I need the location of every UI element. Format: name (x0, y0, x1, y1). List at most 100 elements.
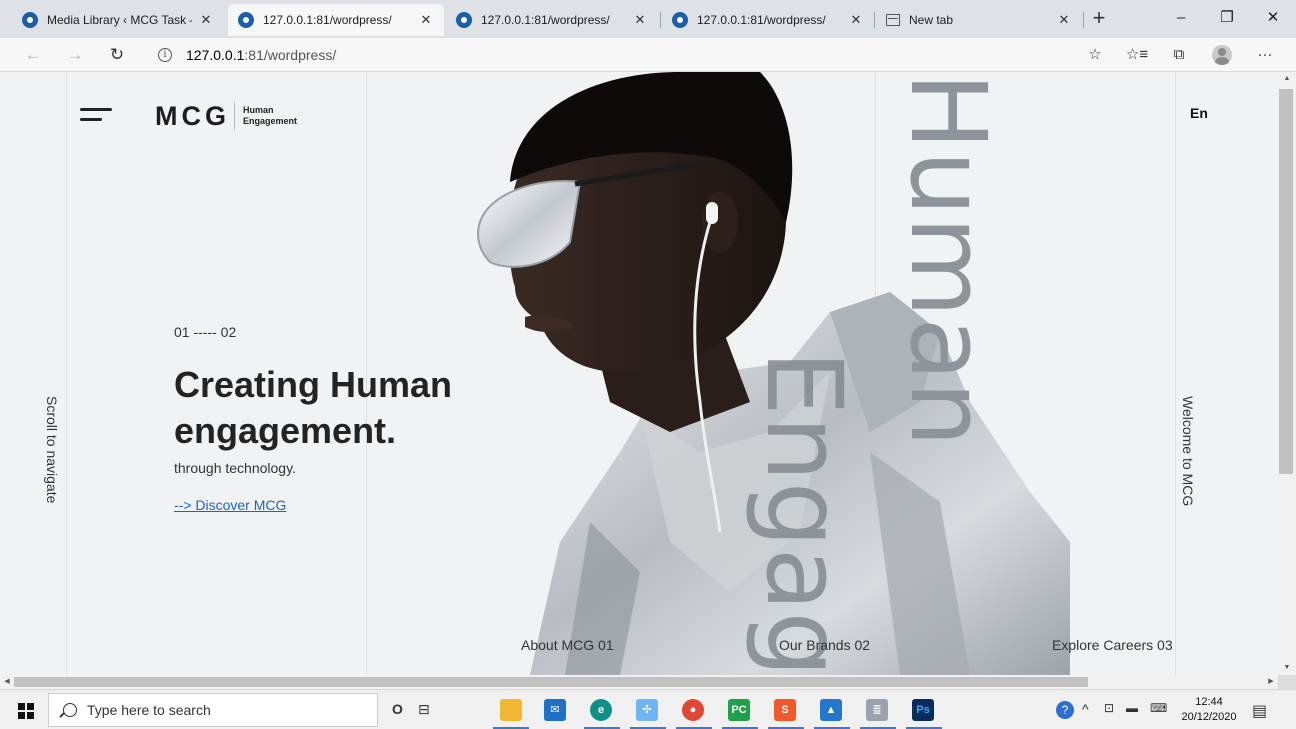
tab-title: 127.0.0.1:81/wordpress/ (697, 13, 826, 27)
more-menu-icon[interactable]: ··· (1252, 42, 1278, 68)
photos-icon[interactable]: ▲ (820, 699, 842, 721)
battery-icon[interactable]: ▬ (1126, 701, 1138, 715)
tab-bar: Media Library ‹ MCG Task — W ✕ 127.0.0.1… (0, 0, 1296, 38)
file-explorer-icon[interactable] (500, 699, 522, 721)
welcome-text: Welcome to MCG (1180, 396, 1198, 546)
logo-tagline-line1: Human (243, 105, 274, 115)
collections-icon[interactable]: ⧉ (1166, 42, 1192, 68)
tab-title: New tab (909, 13, 954, 27)
tab-separator (1083, 12, 1084, 28)
horizontal-scrollbar[interactable]: ◀ ▶ (0, 675, 1278, 689)
headline-line1: Creating Human (174, 364, 453, 405)
tab-new-tab[interactable]: New tab ✕ (876, 4, 1082, 36)
browser-toolbar: ← → ↻ i 127.0.0.1:81/wordpress/ ☆ ☆≡ ⧉ ·… (0, 38, 1296, 72)
scroll-hint-text: Scroll to navigate (44, 396, 60, 504)
task-view-icon[interactable]: ⊟ (418, 701, 430, 718)
nav-explore-careers[interactable]: Explore Careers 03 (1052, 637, 1173, 653)
language-switch[interactable]: En (1190, 105, 1208, 121)
tab-wordpress-active[interactable]: 127.0.0.1:81/wordpress/ ✕ (228, 4, 444, 36)
grid-line (66, 72, 67, 675)
tab-separator (874, 12, 875, 28)
favorites-list-icon[interactable]: ☆≡ (1124, 42, 1150, 68)
scrollbar-corner (1278, 675, 1296, 689)
headline-line2: engagement. (174, 410, 397, 451)
tab-media-library[interactable]: Media Library ‹ MCG Task — W ✕ (12, 4, 224, 36)
url-host: 127.0.0.1 (186, 47, 245, 63)
tab-wordpress-3[interactable]: 127.0.0.1:81/wordpress/ ✕ (662, 4, 874, 36)
logo-divider (234, 102, 235, 130)
cortana-icon[interactable]: O (392, 701, 403, 717)
wordpress-favicon-icon (672, 12, 688, 28)
tab-close-icon[interactable]: ✕ (1056, 12, 1072, 28)
search-icon (63, 703, 77, 717)
refresh-button[interactable]: ↻ (104, 42, 130, 68)
logo-tagline-line2: Engagement (243, 116, 298, 126)
tab-close-icon[interactable]: ✕ (198, 12, 214, 28)
close-window-button[interactable]: ✕ (1250, 0, 1296, 36)
big-word-human: Human (887, 72, 1009, 448)
windows-start-icon[interactable] (18, 703, 34, 719)
big-word-engage: Engage (743, 350, 865, 675)
wordpress-favicon-icon (22, 12, 38, 28)
logo-mark: MCG (155, 100, 230, 131)
nav-about-mcg[interactable]: About MCG 01 (521, 637, 614, 653)
new-tab-page-icon (886, 14, 900, 26)
taskbar-clock[interactable]: 12:44 20/12/2020 (1180, 695, 1238, 725)
tab-close-icon[interactable]: ✕ (848, 12, 864, 28)
hamburger-menu-icon[interactable] (80, 108, 112, 124)
scroll-right-arrow-icon[interactable]: ▶ (1264, 675, 1278, 689)
notepad-icon[interactable]: ≣ (866, 699, 888, 721)
discover-mcg-link[interactable]: --> Discover MCG (174, 497, 286, 513)
hero-headline: Creating Human engagement. (174, 362, 452, 454)
minimize-button[interactable]: – (1158, 0, 1204, 36)
search-placeholder: Type here to search (87, 702, 211, 718)
chrome-icon[interactable]: ● (682, 699, 704, 721)
tab-close-icon[interactable]: ✕ (632, 12, 648, 28)
tab-title: Media Library ‹ MCG Task — W (47, 13, 192, 27)
grid-line (1175, 72, 1176, 675)
logo-tagline: Human Engagement (243, 105, 297, 127)
welcome-text-label: Welcome to MCG (1180, 396, 1196, 507)
vertical-scrollbar[interactable]: ▲ ▼ (1278, 72, 1296, 675)
tab-title: 127.0.0.1:81/wordpress/ (263, 13, 392, 27)
new-tab-button[interactable]: + (1087, 6, 1111, 32)
clock-time: 12:44 (1195, 696, 1223, 708)
keyboard-icon[interactable]: ⌨ (1150, 701, 1167, 715)
scroll-up-arrow-icon[interactable]: ▲ (1278, 72, 1296, 86)
tab-close-icon[interactable]: ✕ (418, 12, 434, 28)
wordpress-favicon-icon (238, 12, 254, 28)
profile-avatar[interactable] (1212, 45, 1232, 65)
site-info-icon[interactable]: i (158, 48, 172, 62)
edge-browser-icon[interactable]: e (590, 699, 612, 721)
pycharm-icon[interactable]: PC (728, 699, 750, 721)
slide-counter: 01 ----- 02 (174, 324, 237, 340)
meet-now-icon[interactable]: ⊡ (1104, 701, 1114, 715)
back-button[interactable]: ← (20, 42, 46, 68)
horizontal-scroll-thumb[interactable] (14, 677, 1088, 687)
site-logo[interactable]: MCG Human Engagement (155, 100, 297, 132)
hero-subline: through technology. (174, 460, 296, 476)
show-hidden-icons-chevron-icon[interactable]: ^ (1082, 701, 1089, 717)
clock-date: 20/12/2020 (1181, 711, 1237, 723)
url-path: :81/wordpress/ (244, 47, 337, 63)
wordpress-favicon-icon (456, 12, 472, 28)
notifications-icon[interactable]: ▤ (1252, 701, 1267, 721)
tab-wordpress-2[interactable]: 127.0.0.1:81/wordpress/ ✕ (446, 4, 658, 36)
tab-title: 127.0.0.1:81/wordpress/ (481, 13, 610, 27)
scroll-hint: Scroll to navigate (44, 396, 62, 546)
sublime-text-icon[interactable]: S (774, 699, 796, 721)
forward-button[interactable]: → (62, 42, 88, 68)
dropbox-icon[interactable]: ✣ (636, 699, 658, 721)
vertical-scroll-thumb[interactable] (1279, 89, 1293, 474)
tab-separator (660, 12, 661, 28)
maximize-button[interactable]: ❐ (1204, 0, 1250, 36)
help-icon[interactable]: ? (1056, 701, 1074, 719)
mail-icon[interactable]: ✉ (544, 699, 566, 721)
photoshop-icon[interactable]: Ps (912, 699, 934, 721)
scroll-left-arrow-icon[interactable]: ◀ (0, 675, 14, 689)
scroll-down-arrow-icon[interactable]: ▼ (1278, 661, 1296, 675)
windows-taskbar: Type here to search O ⊟ ✉ e ✣ ● PC S ▲ ≣… (0, 689, 1296, 729)
nav-our-brands[interactable]: Our Brands 02 (779, 637, 870, 653)
taskbar-search-box[interactable]: Type here to search (48, 693, 378, 727)
favorite-star-icon[interactable]: ☆ (1082, 42, 1108, 68)
